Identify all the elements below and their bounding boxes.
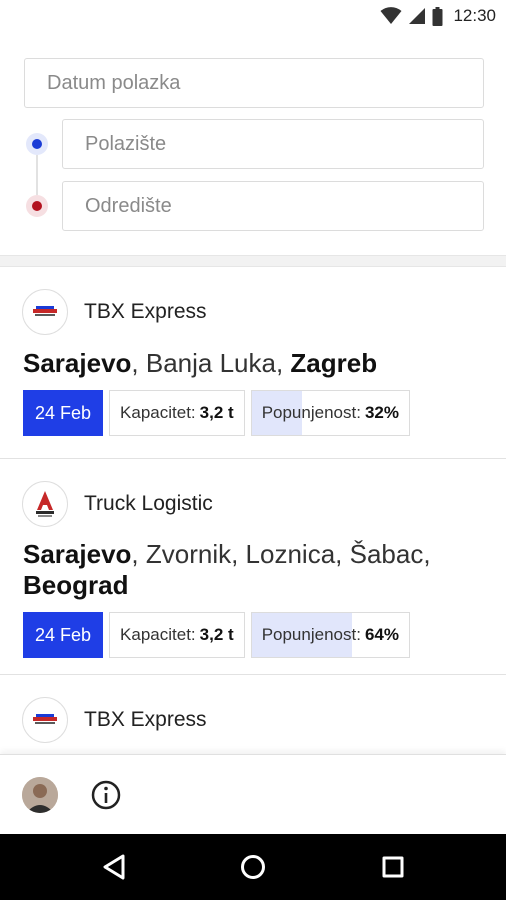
card-chips: 24 Feb Kapacitet: 3,2 t Popunjenost: 32%: [23, 390, 410, 436]
search-panel: [0, 32, 506, 260]
system-nav-bar: [0, 834, 506, 900]
tbx-logo-icon: [22, 289, 68, 335]
origin-input[interactable]: [85, 132, 483, 156]
capacity-value: 3,2 t: [199, 625, 234, 644]
capacity-label: Kapacitet:: [120, 625, 196, 644]
capacity-badge: Kapacitet: 3,2 t: [109, 612, 245, 658]
fill-label: Popunjenost:: [261, 403, 361, 422]
card-header: TBX Express: [22, 697, 207, 743]
info-icon[interactable]: [90, 779, 122, 811]
capacity-label: Kapacitet:: [120, 403, 196, 422]
company-name: TBX Express: [84, 708, 207, 731]
route-stops: , Banja Luka,: [131, 348, 291, 378]
destination-field[interactable]: [62, 181, 484, 231]
route-start: Sarajevo: [23, 348, 132, 378]
route-end: Zagreb: [290, 348, 378, 378]
section-divider: [0, 255, 506, 267]
route-connector-line: [36, 155, 38, 195]
date-badge: 24 Feb: [23, 612, 104, 658]
card-header: TBX Express: [22, 289, 207, 335]
home-circle-icon[interactable]: [237, 851, 269, 883]
transport-card[interactable]: TBX Express Sarajevo, Banja Luka, Zagreb…: [0, 267, 506, 459]
card-header: Truck Logistic: [22, 481, 213, 527]
transport-card[interactable]: TBX Express: [0, 675, 506, 754]
route-text: Sarajevo, Banja Luka, Zagreb: [23, 348, 483, 379]
route-end: Beograd: [23, 570, 129, 600]
route-stops: , Zvornik, Loznica, Šabac,: [131, 539, 431, 569]
tbx-logo-icon: [22, 697, 68, 743]
truck-logistic-logo-icon: [22, 481, 68, 527]
card-chips: 24 Feb Kapacitet: 3,2 t Popunjenost: 64%: [23, 612, 410, 658]
origin-field[interactable]: [62, 119, 484, 169]
origin-dot-icon: [26, 133, 48, 155]
status-time: 12:30: [453, 6, 496, 25]
status-bar: 12:30: [0, 0, 506, 32]
cell-signal-icon: [409, 8, 426, 24]
departure-date-field[interactable]: [24, 58, 484, 108]
fill-badge: Popunjenost: 32%: [250, 390, 410, 436]
fill-label: Popunjenost:: [261, 625, 361, 644]
user-avatar[interactable]: [22, 777, 58, 813]
battery-icon: [432, 6, 443, 26]
transport-card[interactable]: Truck Logistic Sarajevo, Zvornik, Loznic…: [0, 459, 506, 675]
fill-badge: Popunjenost: 64%: [250, 612, 410, 658]
results-list: TBX Express Sarajevo, Banja Luka, Zagreb…: [0, 267, 506, 754]
recents-square-icon[interactable]: [377, 851, 409, 883]
date-badge: 24 Feb: [23, 390, 104, 436]
company-name: Truck Logistic: [84, 492, 213, 515]
wifi-icon: [380, 7, 402, 24]
departure-date-input[interactable]: [47, 71, 483, 95]
bottom-bar: [0, 754, 506, 834]
fill-value: 64%: [364, 625, 399, 644]
capacity-value: 3,2 t: [199, 403, 234, 422]
route-start: Sarajevo: [23, 539, 132, 569]
back-triangle-icon[interactable]: [98, 851, 130, 883]
company-name: TBX Express: [84, 300, 207, 323]
destination-dot-icon: [26, 195, 48, 217]
fill-value: 32%: [364, 403, 399, 422]
capacity-badge: Kapacitet: 3,2 t: [109, 390, 245, 436]
destination-input[interactable]: [85, 194, 483, 218]
route-text: Sarajevo, Zvornik, Loznica, Šabac, Beogr…: [23, 539, 483, 601]
